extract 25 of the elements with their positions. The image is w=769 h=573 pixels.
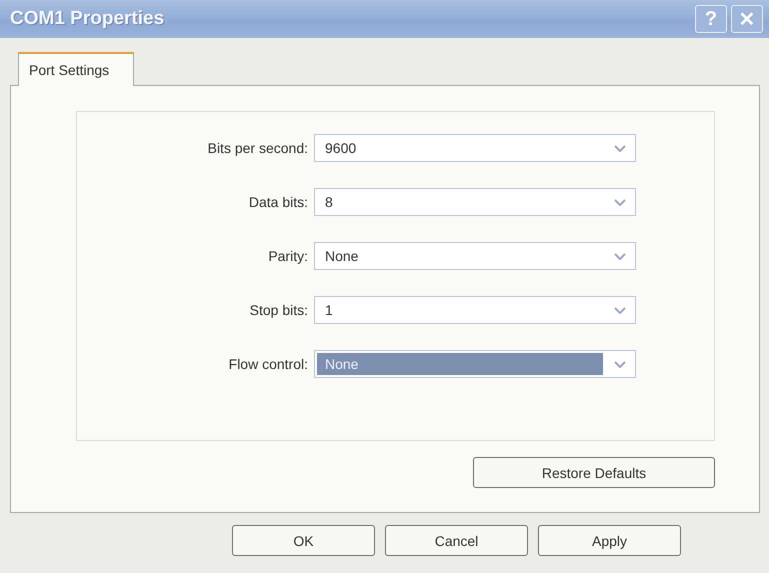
dropdown[interactable]: None [314, 242, 636, 270]
field-label: Bits per second: [206, 140, 309, 156]
window-title: COM1 Properties [10, 8, 166, 30]
dialog-button[interactable]: Apply [538, 525, 681, 556]
chevron-down-icon [614, 306, 626, 314]
field-label: Flow control: [228, 356, 309, 372]
tab[interactable]: Port Settings [18, 52, 134, 86]
dropdown-value: 1 [324, 302, 334, 318]
dialog-button[interactable]: Cancel [385, 525, 528, 556]
dropdown-value: None [317, 353, 603, 375]
field-label: Parity: [267, 248, 309, 264]
chevron-down-icon [614, 198, 626, 206]
field-label: Stop bits: [248, 302, 309, 318]
dropdown[interactable]: 9600 [314, 134, 636, 162]
field-label: Data bits: [248, 194, 309, 210]
chevron-down-icon [614, 144, 626, 152]
chevron-down-icon [614, 252, 626, 260]
restore-defaults-button[interactable]: Restore Defaults [473, 457, 715, 488]
dropdown-value: None [324, 248, 360, 264]
dropdown[interactable]: 1 [314, 296, 636, 324]
dropdown[interactable]: 8 [314, 188, 636, 216]
dialog-button[interactable]: OK [232, 525, 375, 556]
dropdown-value: 9600 [324, 140, 358, 156]
chevron-down-icon [614, 360, 626, 368]
dropdown-value: 8 [324, 194, 334, 210]
